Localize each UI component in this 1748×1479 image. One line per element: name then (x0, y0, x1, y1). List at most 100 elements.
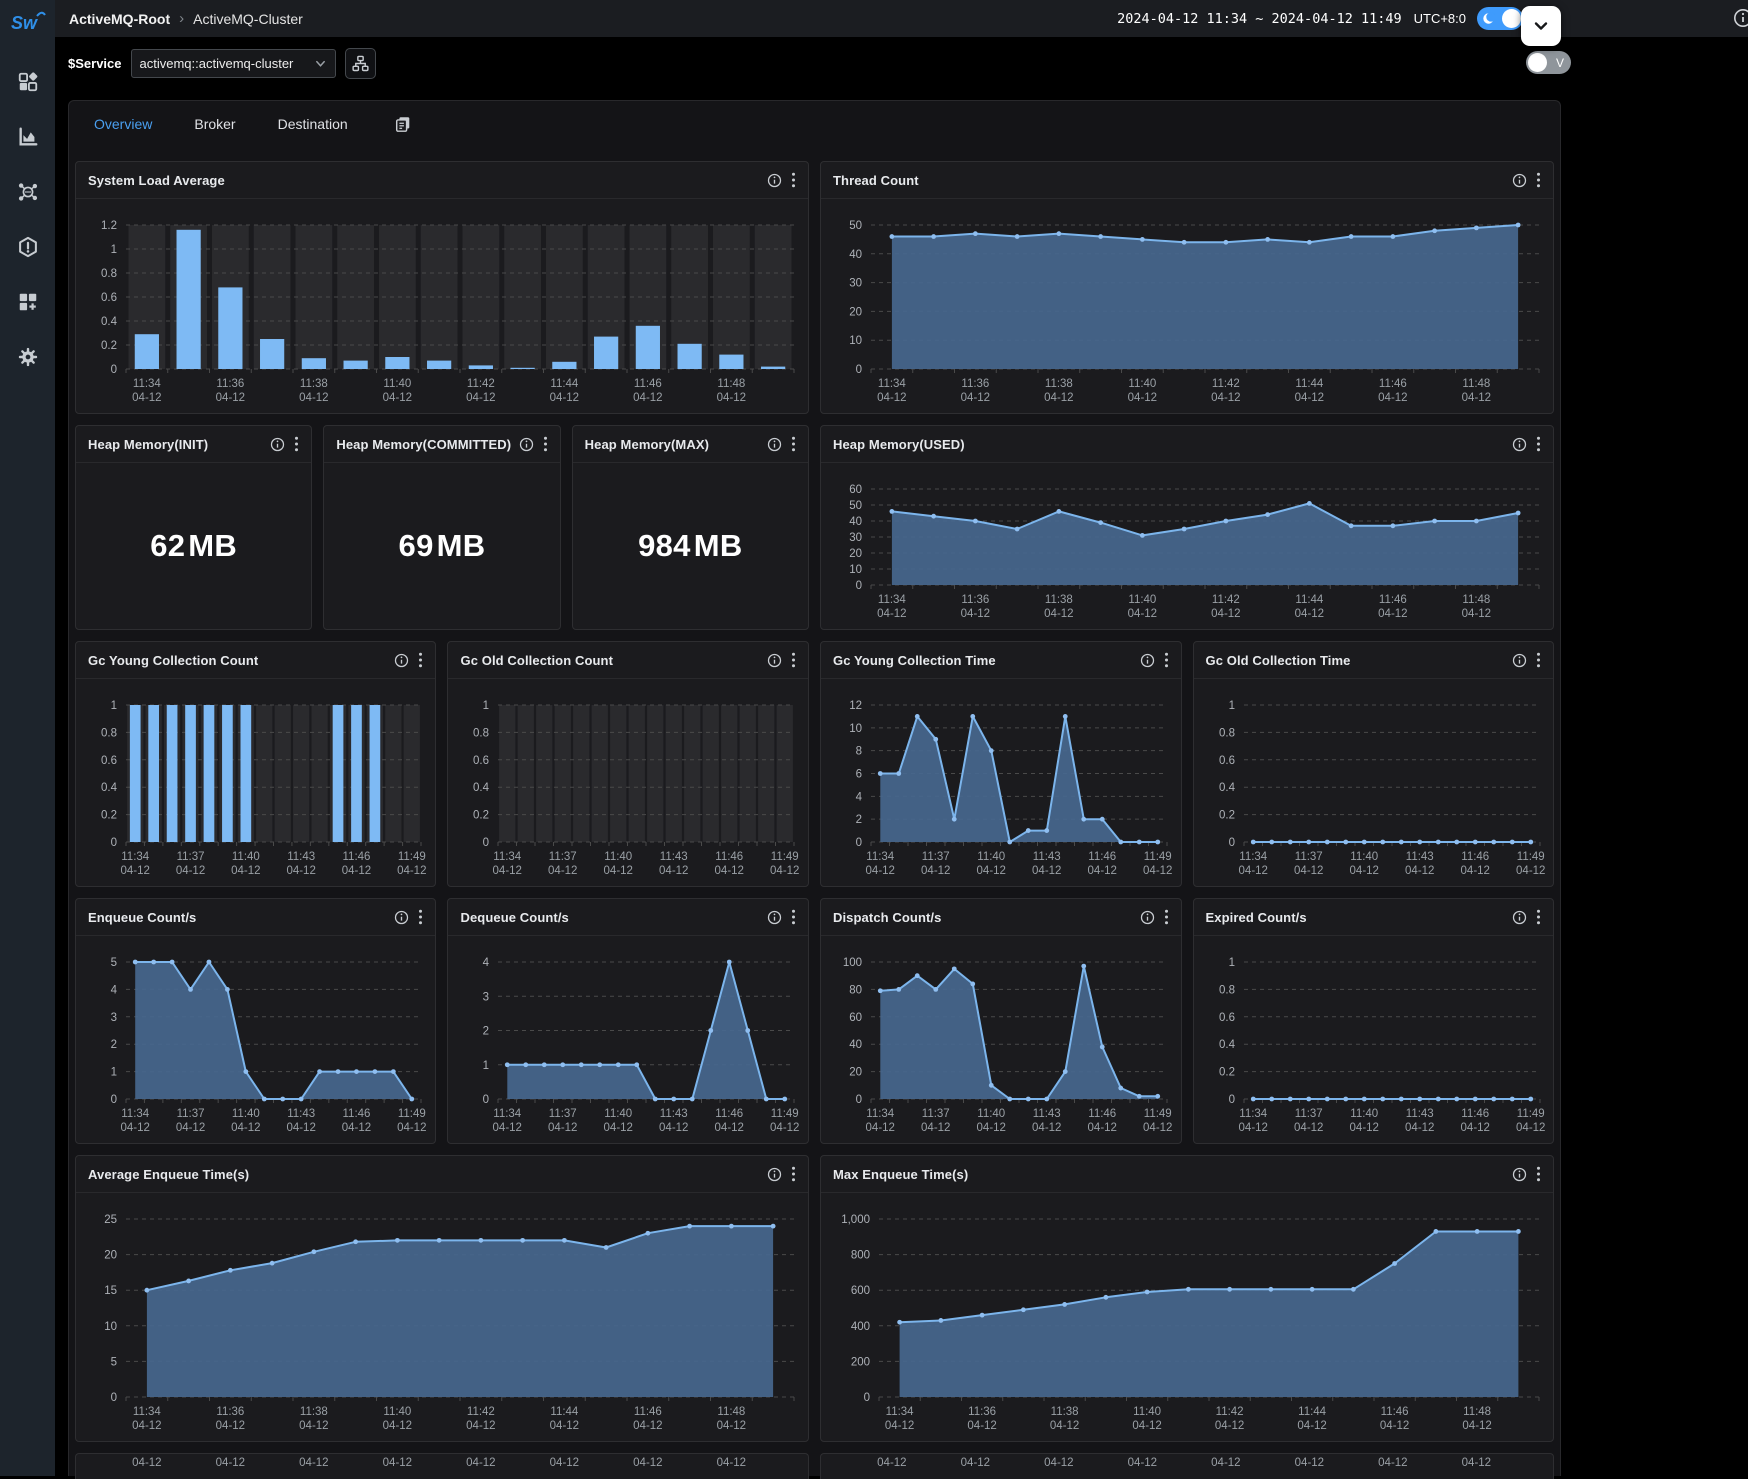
svg-text:04-12: 04-12 (866, 1122, 895, 1134)
info-icon[interactable] (767, 437, 782, 452)
svg-text:11:34: 11:34 (121, 1108, 150, 1120)
svg-text:04-12: 04-12 (717, 1457, 746, 1469)
svg-text:0: 0 (856, 837, 862, 849)
panel-expired: Expired Count/s00.20.40.60.8111:3404-121… (1193, 898, 1555, 1144)
svg-text:20: 20 (849, 548, 862, 560)
kebab-menu-icon[interactable] (1536, 436, 1541, 452)
svg-text:11:49: 11:49 (771, 1108, 799, 1120)
svg-text:04-12: 04-12 (717, 392, 746, 404)
svg-text:11:44: 11:44 (550, 378, 579, 390)
panel-title: Dequeue Count/s (460, 910, 568, 925)
kebab-menu-icon[interactable] (418, 909, 423, 925)
kebab-menu-icon[interactable] (543, 436, 548, 452)
kebab-menu-icon[interactable] (1536, 1166, 1541, 1182)
svg-text:04-12: 04-12 (1462, 1457, 1491, 1469)
breadcrumb-root[interactable]: ActiveMQ-Root (69, 11, 170, 27)
metric-unit: MB (694, 528, 743, 564)
sidebar-item-new-dashboard[interactable] (17, 291, 39, 313)
svg-text:04-12: 04-12 (466, 392, 495, 404)
svg-text:11:49: 11:49 (1144, 851, 1172, 863)
panel-header: Average Enqueue Time(s) (76, 1156, 808, 1193)
svg-text:11:42: 11:42 (467, 378, 495, 390)
kebab-menu-icon[interactable] (294, 436, 299, 452)
svg-text:11:34: 11:34 (1239, 851, 1268, 863)
svg-text:11:40: 11:40 (383, 378, 411, 390)
kebab-menu-icon[interactable] (1164, 652, 1169, 668)
sidebar-item-settings[interactable] (17, 346, 39, 368)
panel-title: Heap Memory(USED) (833, 437, 965, 452)
info-icon[interactable] (1512, 910, 1527, 925)
dark-mode-toggle[interactable] (1477, 7, 1523, 30)
info-icon[interactable] (1140, 653, 1155, 668)
kebab-menu-icon[interactable] (1164, 909, 1169, 925)
svg-text:15: 15 (104, 1285, 117, 1297)
panel-title: Thread Count (833, 173, 919, 188)
info-icon[interactable] (394, 910, 409, 925)
info-icon[interactable] (1512, 437, 1527, 452)
svg-text:4: 4 (856, 791, 863, 803)
svg-text:11:36: 11:36 (961, 378, 989, 390)
kebab-menu-icon[interactable] (791, 436, 796, 452)
info-icon[interactable] (394, 653, 409, 668)
panel-system-load: System Load Average00.20.40.60.811.211:3… (75, 161, 809, 414)
svg-text:04-12: 04-12 (299, 1457, 328, 1469)
svg-text:04-12: 04-12 (132, 392, 161, 404)
tab-broker[interactable]: Broker (194, 116, 235, 132)
kebab-menu-icon[interactable] (791, 652, 796, 668)
info-icon[interactable] (767, 1167, 782, 1182)
svg-text:04-12: 04-12 (121, 1122, 150, 1134)
time-range-text[interactable]: 2024-04-12 11:34 ~ 2024-04-12 11:49 (1117, 11, 1401, 27)
svg-text:04-12: 04-12 (493, 1122, 522, 1134)
info-icon[interactable] (519, 437, 534, 452)
kebab-menu-icon[interactable] (791, 172, 796, 188)
collapse-header-button[interactable] (1521, 6, 1561, 46)
svg-text:11:44: 11:44 (1295, 378, 1324, 390)
kebab-menu-icon[interactable] (791, 909, 796, 925)
svg-text:04-12: 04-12 (1211, 392, 1240, 404)
tab-destination[interactable]: Destination (278, 116, 348, 132)
svg-text:04-12: 04-12 (1405, 865, 1434, 877)
duplicate-dashboard-icon[interactable] (394, 115, 412, 133)
svg-text:10: 10 (104, 1321, 117, 1333)
svg-text:04-12: 04-12 (383, 1420, 412, 1432)
kebab-menu-icon[interactable] (791, 1166, 796, 1182)
svg-text:04-12: 04-12 (885, 1420, 914, 1432)
kebab-menu-icon[interactable] (1536, 909, 1541, 925)
panel-thread-count: Thread Count0102030405011:3404-1211:3604… (820, 161, 1554, 414)
sidebar-item-dashboards[interactable] (17, 71, 39, 93)
svg-text:04-12: 04-12 (1462, 1420, 1491, 1432)
info-icon[interactable] (767, 653, 782, 668)
clipped-next-row: 04-1204-1204-1204-1204-1204-1204-1204-12… (75, 1453, 1554, 1479)
svg-text:04-12: 04-12 (1349, 865, 1378, 877)
service-select[interactable]: activemq::activemq-cluster (131, 49, 336, 78)
tab-overview[interactable]: Overview (94, 116, 152, 132)
info-icon[interactable] (270, 437, 285, 452)
svg-text:04-12: 04-12 (493, 865, 522, 877)
svg-text:5: 5 (111, 957, 117, 969)
sidebar-item-alarms[interactable] (17, 236, 39, 258)
info-icon[interactable] (767, 173, 782, 188)
chart-area: 02468101211:3404-1211:3704-1211:4004-121… (821, 679, 1181, 886)
kebab-menu-icon[interactable] (1536, 652, 1541, 668)
info-icon[interactable] (767, 910, 782, 925)
svg-text:3: 3 (111, 1012, 117, 1024)
skywalking-logo[interactable]: Sw (10, 8, 46, 41)
svg-text:11:46: 11:46 (716, 851, 744, 863)
svg-text:04-12: 04-12 (121, 865, 150, 877)
clipped-panel: 04-1204-1204-1204-1204-1204-1204-1204-12 (820, 1453, 1554, 1479)
corner-info-icon[interactable] (1733, 8, 1748, 28)
info-icon[interactable] (1512, 653, 1527, 668)
info-icon[interactable] (1512, 1167, 1527, 1182)
kebab-menu-icon[interactable] (1536, 172, 1541, 188)
sidebar-item-topology[interactable] (17, 181, 39, 203)
service-topology-button[interactable] (345, 48, 376, 79)
panel-header: Heap Memory(USED) (821, 426, 1553, 463)
kebab-menu-icon[interactable] (418, 652, 423, 668)
panel-heap-used: Heap Memory(USED)010203040506011:3404-12… (820, 425, 1554, 630)
view-mode-toggle[interactable]: V (1526, 51, 1571, 74)
info-icon[interactable] (1140, 910, 1155, 925)
info-icon[interactable] (1512, 173, 1527, 188)
sidebar-item-metrics[interactable] (17, 126, 39, 148)
svg-text:04-12: 04-12 (604, 865, 633, 877)
svg-text:04-12: 04-12 (1295, 608, 1324, 620)
